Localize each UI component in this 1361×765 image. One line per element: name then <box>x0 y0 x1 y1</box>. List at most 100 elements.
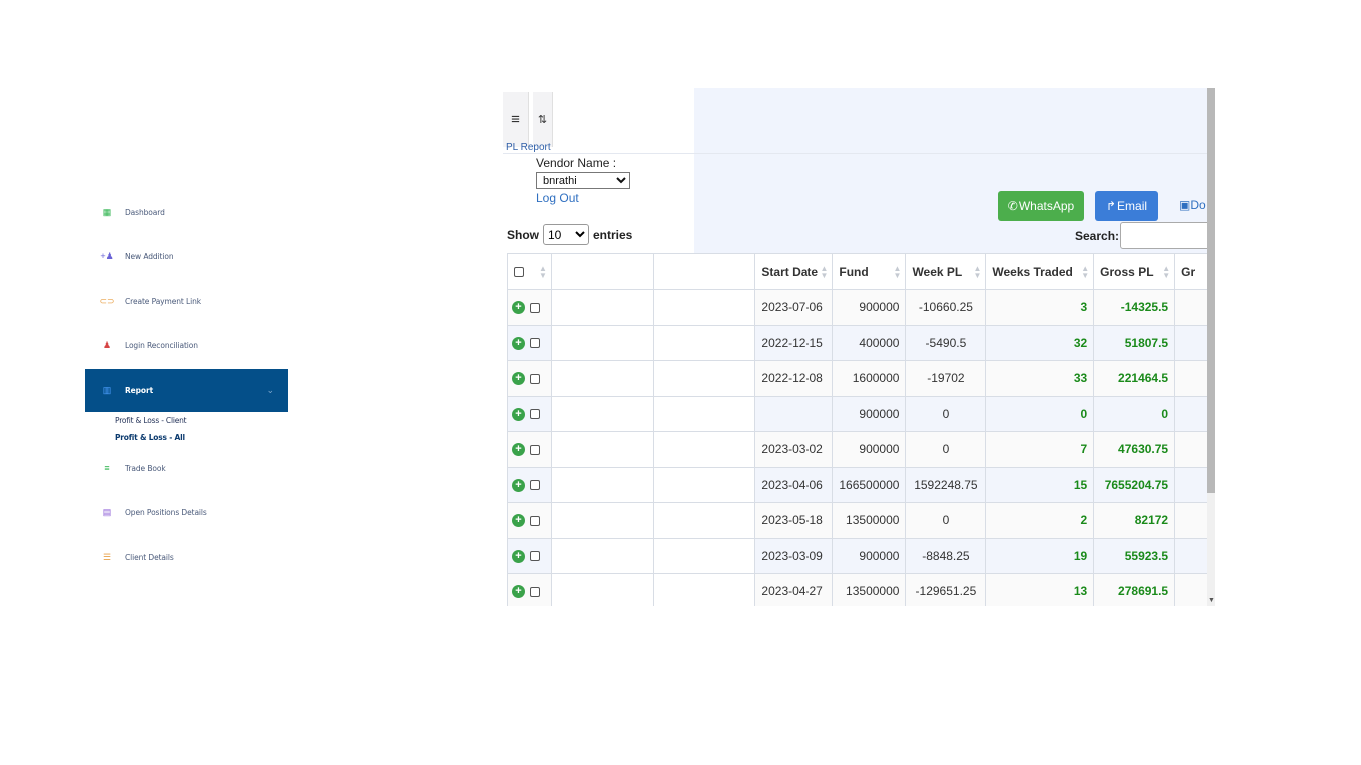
expand-row-icon[interactable]: + <box>512 407 525 421</box>
expand-row-icon[interactable]: + <box>512 549 525 563</box>
scroll-down-icon[interactable]: ▼ <box>1208 597 1215 604</box>
email-button[interactable]: ↱ Email <box>1095 191 1158 221</box>
expand-row-icon[interactable]: + <box>512 478 525 492</box>
row-checkbox[interactable] <box>530 373 540 384</box>
expand-row-icon[interactable]: + <box>512 372 525 386</box>
row-checkbox[interactable] <box>530 515 540 526</box>
cell-week-pl: -10660.25 <box>905 289 987 326</box>
cell-start-date: 2023-04-27 <box>754 573 834 606</box>
whatsapp-button[interactable]: ✆ WhatsApp <box>998 191 1084 221</box>
cell-weeks-traded: 15 <box>985 466 1095 503</box>
cell-gross-pl: 221464.5 <box>1093 360 1176 397</box>
cell-weeks-traded: 7 <box>985 431 1095 468</box>
sort-list-icon[interactable]: ⇅ <box>533 92 553 147</box>
cell-fund: 13500000 <box>832 573 907 606</box>
cell-week-pl: 0 <box>905 502 987 539</box>
row-checkbox[interactable] <box>530 302 540 313</box>
col-fund[interactable]: Fund ▲ ▼ <box>832 253 907 290</box>
expand-row-icon[interactable]: + <box>512 514 525 528</box>
table-row: + 2023-03-09 900000 -8848.25 19 55923.5 <box>507 537 1215 574</box>
cell-week-pl: 0 <box>905 395 987 432</box>
row-checkbox[interactable] <box>530 551 540 562</box>
cell-weeks-traded: 2 <box>985 502 1095 539</box>
sidebar: ▦ Dashboard +♟ New Addition ⊂⊃ Create Pa… <box>85 190 288 590</box>
redacted-cell <box>550 395 654 432</box>
scrollbar-thumb[interactable] <box>1207 88 1215 493</box>
cell-week-pl: -5490.5 <box>905 324 987 361</box>
redacted-cell <box>550 289 654 326</box>
col-weeks-traded[interactable]: Weeks Traded ▲ ▼ <box>985 253 1095 290</box>
redacted-cell <box>652 360 756 397</box>
table-row: + 900000 0 0 0 <box>507 395 1215 432</box>
redacted-cell <box>652 466 756 503</box>
expand-row-icon[interactable]: + <box>512 443 525 457</box>
redacted-cell <box>652 289 756 326</box>
expand-row-icon[interactable]: + <box>512 301 525 315</box>
main-panel: ≡ ⇅ PL Report Vendor Name : bnrathi Log … <box>503 88 1215 606</box>
cell-start-date: 2023-03-09 <box>754 537 834 574</box>
col-start-date[interactable]: Start Date ▲ ▼ <box>754 253 834 290</box>
row-checkbox[interactable] <box>530 409 540 420</box>
show-label: Show <box>507 227 539 242</box>
cell-fund: 900000 <box>832 431 907 468</box>
cell-start-date: 2022-12-08 <box>754 360 834 397</box>
sidebar-item-label: Client Details <box>125 552 174 562</box>
cell-fund: 400000 <box>832 324 907 361</box>
sidebar-item-create-payment-link[interactable]: ⊂⊃ Create Payment Link <box>85 279 288 323</box>
cell-gross-pl: 82172 <box>1093 502 1176 539</box>
sidebar-item-new-addition[interactable]: +♟ New Addition <box>85 234 288 278</box>
menu-icon[interactable]: ≡ <box>503 92 529 147</box>
cell-weeks-traded: 32 <box>985 324 1095 361</box>
row-checkbox[interactable] <box>530 480 540 491</box>
cell-gross-pl: 51807.5 <box>1093 324 1176 361</box>
divider <box>503 153 1208 154</box>
select-all-checkbox[interactable] <box>514 267 524 278</box>
search-input[interactable] <box>1120 222 1210 249</box>
select-all-header[interactable]: ▲ ▼ <box>507 253 552 290</box>
redacted-cell <box>550 502 654 539</box>
entries-select[interactable]: 10 <box>543 224 589 245</box>
sidebar-item-login-reconciliation[interactable]: ♟ Login Reconciliation <box>85 323 288 367</box>
breadcrumb[interactable]: PL Report <box>506 142 551 153</box>
table-body: + 2023-07-06 900000 -10660.25 3 -14325.5… <box>507 289 1215 606</box>
cell-weeks-traded: 33 <box>985 360 1095 397</box>
col-gross-pl[interactable]: Gross PL ▲ ▼ <box>1093 253 1176 290</box>
sidebar-item-trade-book[interactable]: ≡ Trade Book <box>85 446 288 490</box>
sidebar-item-report[interactable]: ▥ Report ⌄ <box>85 369 288 412</box>
cell-week-pl: 1592248.75 <box>905 466 987 503</box>
redacted-column <box>550 253 654 290</box>
email-label: Email <box>1117 199 1148 213</box>
redacted-cell <box>550 573 654 606</box>
redacted-cell <box>652 573 756 606</box>
expand-row-icon[interactable]: + <box>512 336 525 350</box>
redacted-cell <box>652 537 756 574</box>
vendor-select[interactable]: bnrathi <box>536 172 630 189</box>
sort-icon: ▲ ▼ <box>538 264 547 280</box>
user-icon: ♟ <box>102 339 112 350</box>
row-checkbox[interactable] <box>530 338 540 349</box>
logout-link[interactable]: Log Out <box>536 191 579 205</box>
row-checkbox[interactable] <box>530 444 540 455</box>
sidebar-subitem-pl-all[interactable]: Profit & Loss - All <box>115 433 185 442</box>
client-list-icon: ☰ <box>102 551 112 562</box>
download-button[interactable]: ▣Do <box>1179 198 1206 212</box>
excel-icon: ▣ <box>1179 198 1191 212</box>
cell-gross-pl: 278691.5 <box>1093 573 1176 606</box>
sidebar-item-open-positions[interactable]: ▤ Open Positions Details <box>85 490 288 534</box>
chart-icon: ▥ <box>102 385 112 395</box>
row-checkbox[interactable] <box>530 586 540 597</box>
expand-row-icon[interactable]: + <box>512 585 525 599</box>
vendor-name-label: Vendor Name : <box>536 156 617 170</box>
entries-label: entries <box>593 227 633 242</box>
sidebar-item-client-details[interactable]: ☰ Client Details <box>85 535 288 579</box>
cell-start-date: 2022-12-15 <box>754 324 834 361</box>
chevron-down-icon[interactable]: ⌄ <box>266 385 274 396</box>
sidebar-subitem-pl-client[interactable]: Profit & Loss - Client <box>115 416 187 425</box>
col-week-pl[interactable]: Week PL ▲ ▼ <box>905 253 987 290</box>
table-row: + 2023-04-27 13500000 -129651.25 13 2786… <box>507 573 1215 606</box>
sidebar-item-dashboard[interactable]: ▦ Dashboard <box>85 190 288 234</box>
pl-table: ▲ ▼ Start Date ▲ ▼ Fund ▲ ▼ Week PL ▲ ▼ Weeks T… <box>507 253 1215 606</box>
cell-start-date: 2023-04-06 <box>754 466 834 503</box>
sort-icon: ▲ ▼ <box>1162 264 1171 280</box>
whatsapp-label: WhatsApp <box>1018 199 1075 213</box>
